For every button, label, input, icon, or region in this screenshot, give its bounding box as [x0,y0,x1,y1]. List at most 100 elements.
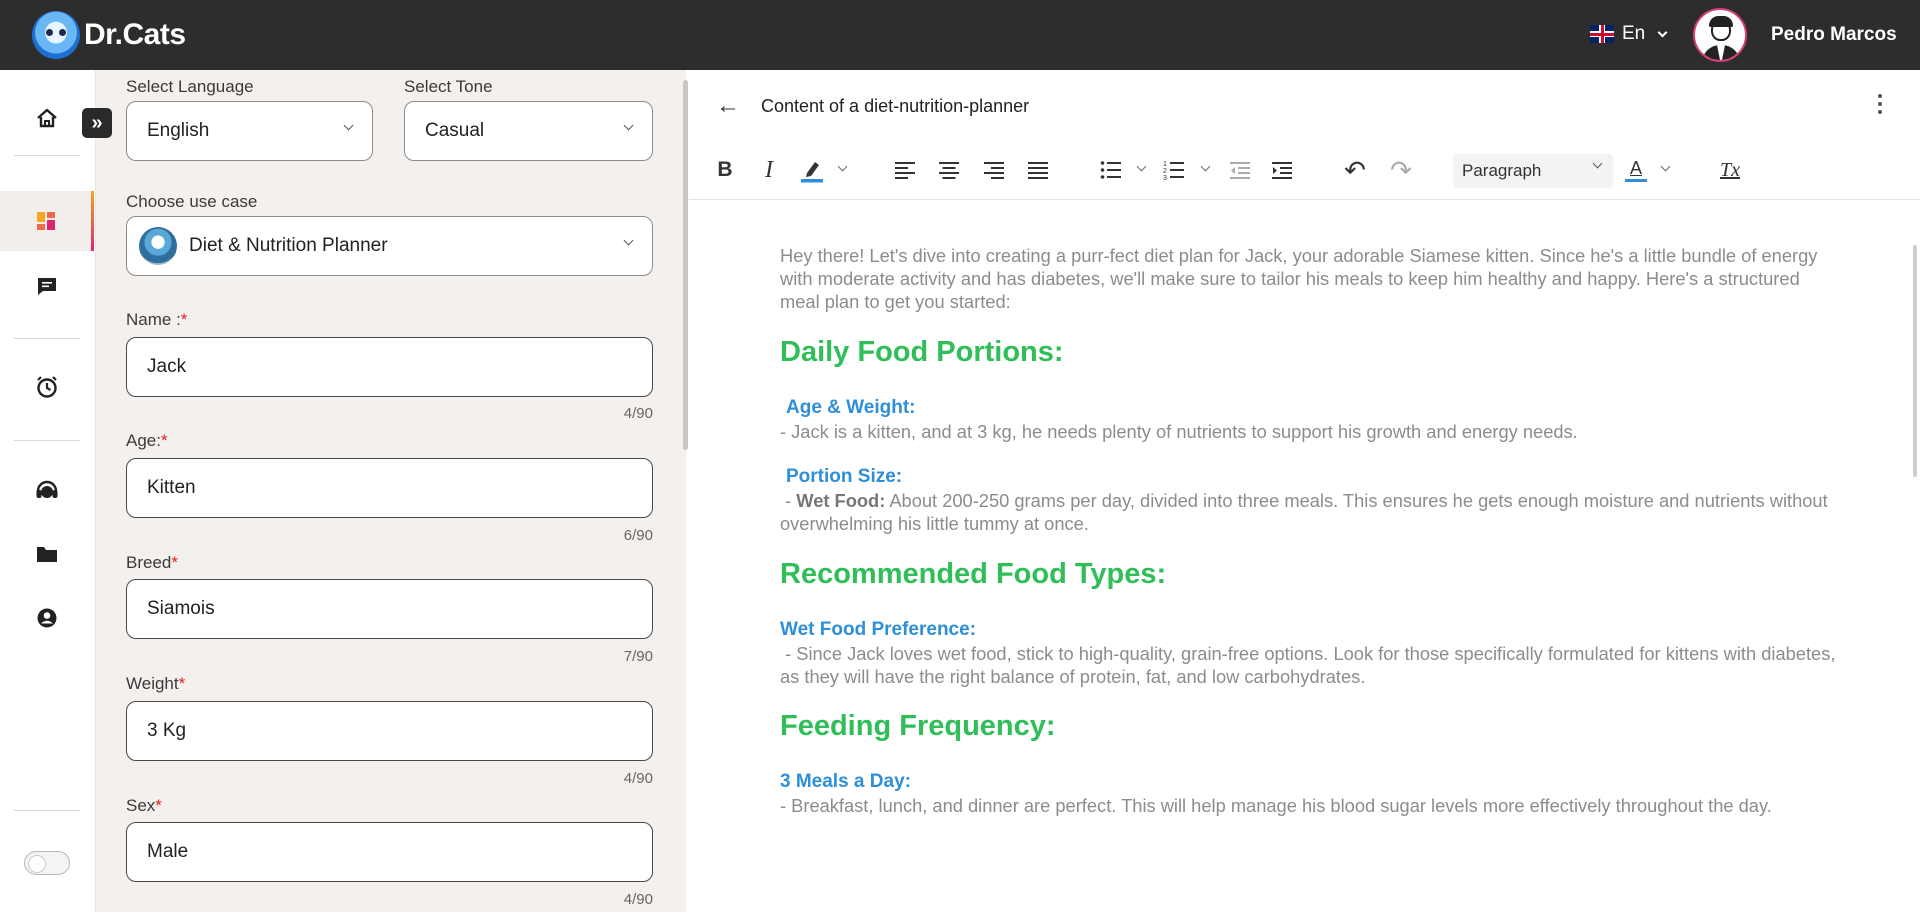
support-icon [36,480,58,498]
outdent-button[interactable] [1228,155,1252,185]
language-selector[interactable]: En [1590,23,1668,45]
chevron-down-icon [623,120,634,131]
rail-files[interactable] [0,524,94,584]
numbered-list-button[interactable]: 123 [1162,155,1186,185]
undo-button[interactable]: ↶ [1342,155,1368,185]
double-chevron-right-icon: » [91,111,103,134]
rail-support[interactable] [0,460,94,520]
align-left-icon [895,162,915,179]
highlighter-icon [801,162,823,183]
app-logo[interactable]: Dr.Cats [32,11,186,59]
align-center-button[interactable] [937,155,961,185]
rail-account[interactable] [0,588,94,648]
breed-input[interactable]: Siamois [126,579,653,639]
bold-button[interactable]: B [714,155,736,185]
top-bar: Dr.Cats En Pedro Marcos [0,0,1920,70]
select-language-label: Select Language [126,77,254,96]
font-color-button[interactable]: A [1624,155,1648,185]
language-code: En [1622,23,1646,44]
logo-text: Dr.Cats [84,18,186,51]
sex-label: Sex* [126,796,162,815]
usecase-select-value: Diet & Nutrition Planner [189,235,388,256]
intro-paragraph: Hey there! Let's dive into creating a pu… [780,245,1818,312]
weight-input[interactable]: 3 Kg [126,701,653,761]
usecase-select[interactable]: Diet & Nutrition Planner [126,216,653,276]
folder-icon [37,547,57,562]
chevron-down-icon [1657,27,1668,37]
indent-icon [1272,162,1292,179]
age-input[interactable]: Kitten [126,458,653,518]
back-arrow-icon[interactable]: ← [716,92,740,120]
highlight-button[interactable] [799,155,825,185]
sex-char-counter: 4/90 [623,891,653,908]
home-icon [37,108,57,128]
numbered-list-icon: 123 [1163,161,1184,180]
paragraph-style-value: Paragraph [1462,161,1542,180]
user-avatar[interactable] [1693,8,1747,62]
paragraph-wet-food-preference: - Since Jack loves wet food, stick to hi… [780,643,1836,687]
paragraph-style-select[interactable]: Paragraph [1453,154,1613,188]
theme-toggle[interactable] [24,851,70,875]
subheading-3-meals: 3 Meals a Day: [780,771,911,792]
uk-flag-icon [1590,25,1614,43]
align-center-icon [939,162,959,179]
language-select[interactable]: English [126,101,373,161]
heading-daily-food-portions: Daily Food Portions: [780,336,1064,368]
rail-chat[interactable] [0,256,94,316]
subheading-age-weight: Age & Weight: [786,397,916,418]
weight-char-counter: 4/90 [623,770,653,787]
select-tone-label: Select Tone [404,77,493,96]
subheading-wet-food-preference: Wet Food Preference: [780,619,977,640]
paragraph-age-weight: - Jack is a kitten, and at 3 kg, he need… [780,421,1578,442]
dashboard-icon [36,212,55,230]
nav-rail [0,70,96,912]
bullet-list-button[interactable] [1099,155,1123,185]
rail-dashboard[interactable] [0,191,94,251]
user-name[interactable]: Pedro Marcos [1771,24,1897,46]
clear-formatting-button[interactable]: Tx [1717,155,1743,185]
align-right-button[interactable] [982,155,1006,185]
cat-robot-logo-icon [32,11,80,59]
age-char-counter: 6/90 [623,527,653,544]
language-select-value: English [147,120,210,141]
name-label: Name :* [126,310,188,329]
align-left-button[interactable] [893,155,917,185]
chevron-down-icon [623,235,634,246]
svg-text:3: 3 [1163,175,1167,180]
font-color-icon: A [1629,157,1642,178]
editor-title: Content of a diet-nutrition-planner [761,96,1030,116]
form-scrollbar[interactable] [683,80,688,450]
align-right-icon [984,162,1004,179]
more-options-icon[interactable] [1877,94,1883,116]
usecase-label: Choose use case [126,192,258,211]
bullet-list-icon [1100,161,1121,179]
breed-label: Breed* [126,553,178,572]
justify-icon [1028,162,1048,179]
redo-button[interactable]: ↷ [1388,155,1414,185]
breed-char-counter: 7/90 [623,648,653,665]
sex-input[interactable]: Male [126,822,653,882]
clear-format-icon: Tx [1720,158,1740,181]
diet-planner-icon [139,227,177,265]
justify-button[interactable] [1026,155,1050,185]
history-icon [37,376,57,398]
subheading-portion-size: Portion Size: [786,466,903,487]
rail-history[interactable] [0,357,94,417]
chat-icon [38,278,56,295]
age-label: Age:* [126,431,168,450]
chevron-down-icon [343,120,354,131]
name-char-counter: 4/90 [623,405,653,422]
tone-select[interactable]: Casual [404,101,653,161]
rail-home[interactable] [0,88,94,148]
chevron-down-icon [1592,158,1603,169]
svg-text:2: 2 [1163,168,1167,175]
expand-panel-button[interactable]: » [82,108,112,138]
tone-select-value: Casual [425,120,485,141]
indent-button[interactable] [1270,155,1294,185]
italic-button[interactable]: I [758,155,780,185]
name-input[interactable]: Jack [126,337,653,397]
paragraph-3-meals: - Breakfast, lunch, and dinner are perfe… [780,795,1772,816]
editor-scrollbar[interactable] [1913,245,1917,477]
weight-label: Weight* [126,674,186,693]
account-icon [37,608,57,628]
